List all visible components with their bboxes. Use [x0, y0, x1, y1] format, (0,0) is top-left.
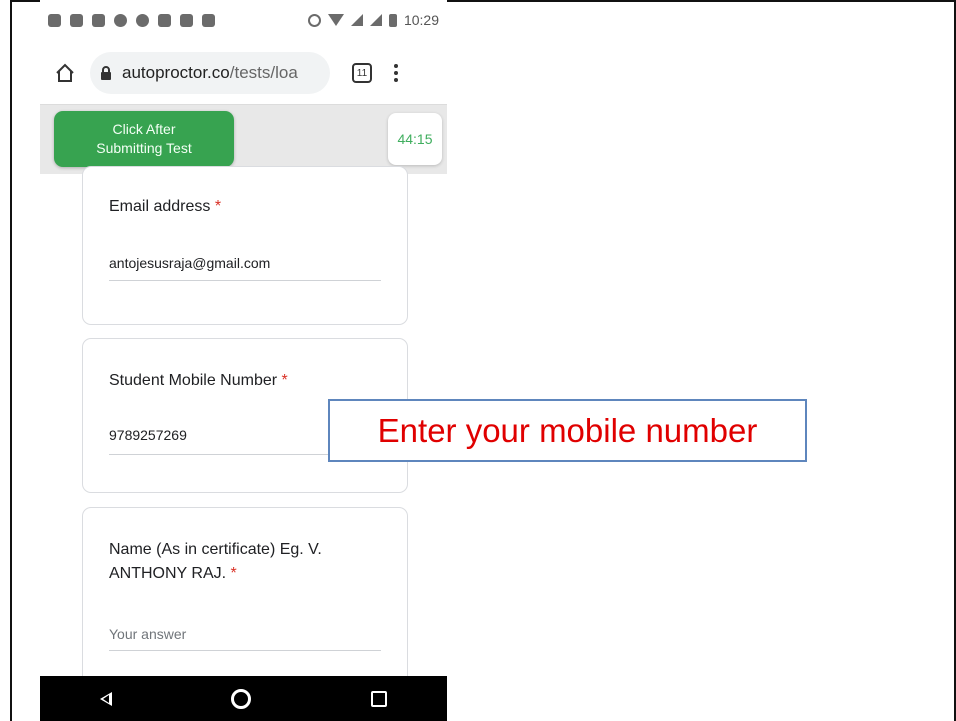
tabs-icon[interactable]: 11: [352, 63, 372, 83]
proctor-bar: Click After Submitting Test 44:15: [40, 104, 447, 175]
submit-label-line1: Click After: [112, 121, 176, 137]
phone-screen: 10:29 autoproctor.co/tests/loa 11 Click …: [40, 0, 447, 721]
instruction-callout: Enter your mobile number: [328, 399, 807, 462]
url-bar[interactable]: autoproctor.co/tests/loa: [90, 52, 330, 94]
signal-icon-2: [369, 14, 382, 26]
square-icon[interactable]: [371, 690, 388, 707]
email-underline: [109, 280, 381, 281]
gmail-icon: [70, 13, 83, 27]
timer: 44:15: [388, 113, 442, 165]
home-icon[interactable]: [50, 58, 80, 88]
android-nav-bar: [40, 676, 447, 721]
name-underline: [109, 650, 381, 651]
browser-toolbar: autoproctor.co/tests/loa 11: [40, 44, 447, 102]
alarm-icon: [307, 13, 321, 27]
name-field[interactable]: Your answer: [109, 626, 186, 642]
lock-icon: [101, 65, 111, 80]
email-card: Email address * antojesusraja@gmail.com: [82, 166, 408, 325]
url-host: autoproctor.co: [122, 63, 230, 82]
email-label: Email address *: [109, 198, 222, 215]
wifi-icon: [327, 14, 344, 26]
tab-count: 11: [356, 67, 368, 79]
app-icon: [136, 13, 149, 27]
mobile-field[interactable]: 9789257269: [109, 427, 187, 443]
notification-icons: [48, 13, 215, 27]
name-card: Name (As in certificate) Eg. V. ANTHONY …: [82, 507, 408, 697]
back-icon[interactable]: [99, 691, 112, 706]
message-icon: [48, 13, 61, 27]
signal-icon-1: [350, 14, 363, 26]
url-path: /tests/loa: [229, 63, 298, 82]
click-after-submitting-button[interactable]: Click After Submitting Test: [54, 111, 234, 167]
circle-icon[interactable]: [231, 688, 252, 709]
status-bar: 10:29: [40, 0, 447, 40]
email-field[interactable]: antojesusraja@gmail.com: [109, 255, 270, 271]
screenshot-icon: [158, 13, 171, 27]
person-icon: [92, 13, 105, 27]
clock-text: 10:29: [403, 12, 439, 28]
battery-icon: [388, 13, 397, 27]
record-icon: [114, 13, 127, 27]
submit-label-line2: Submitting Test: [96, 140, 192, 156]
menu-icon[interactable]: [394, 64, 398, 82]
mobile-label: Student Mobile Number *: [109, 372, 288, 389]
missed-call-icon: [202, 13, 215, 27]
system-status: 10:29: [307, 12, 439, 28]
image-icon: [180, 13, 193, 27]
name-label: Name (As in certificate) Eg. V. ANTHONY …: [109, 541, 322, 582]
